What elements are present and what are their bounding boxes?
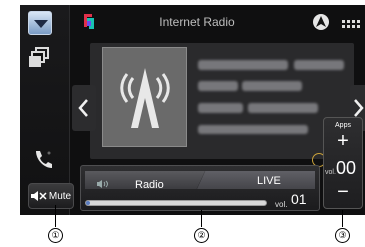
callout-3: ③ xyxy=(335,228,350,243)
broadcast-antenna-icon xyxy=(120,68,170,128)
previous-button[interactable] xyxy=(72,85,96,131)
callout-1: ① xyxy=(48,228,63,243)
tab-live-label: LIVE xyxy=(257,175,281,187)
callout-leader-1 xyxy=(55,205,56,227)
callout-leader-3 xyxy=(342,210,343,227)
volume-slider-fill xyxy=(86,201,90,205)
volume-up-button[interactable]: + xyxy=(333,131,353,151)
menu-dots-icon xyxy=(342,20,360,28)
apps-volume-label: vol. xyxy=(325,169,336,176)
volume-value: 01 xyxy=(291,191,307,207)
navigation-button[interactable] xyxy=(312,13,330,31)
apps-label: Apps xyxy=(335,122,351,129)
chevron-down-icon xyxy=(34,20,48,28)
blurred-metadata-line xyxy=(242,81,302,91)
tab-radio[interactable]: Radio xyxy=(85,171,205,189)
blurred-metadata-line xyxy=(198,125,308,134)
speaker-icon xyxy=(97,180,108,188)
left-rail: Mute xyxy=(20,5,74,215)
station-artwork xyxy=(102,47,187,147)
apps-volume-value: 00 xyxy=(336,158,357,178)
speaker-mute-icon xyxy=(30,191,47,201)
mute-button[interactable]: Mute xyxy=(28,183,74,209)
mute-label: Mute xyxy=(48,190,72,202)
menu-button[interactable] xyxy=(342,17,362,28)
blurred-metadata-line xyxy=(198,81,238,91)
chevron-left-icon xyxy=(78,99,88,117)
blurred-metadata-line xyxy=(248,103,318,113)
callout-2: ② xyxy=(194,228,209,243)
windows-stack-icon xyxy=(29,47,49,67)
callout-leader-2 xyxy=(201,210,202,227)
blurred-metadata-line xyxy=(198,103,243,113)
source-title: Internet Radio xyxy=(159,15,235,29)
top-bar: Internet Radio xyxy=(72,5,365,37)
volume-label: vol. xyxy=(275,200,288,209)
tab-radio-label: Radio xyxy=(135,179,164,191)
volume-down-button[interactable]: − xyxy=(333,182,353,202)
blurred-metadata-line xyxy=(294,60,344,70)
source-volume-bar: Radio LIVE vol. 01 xyxy=(80,165,320,211)
apps-volume-panel: Apps + vol. 00 − xyxy=(323,117,363,209)
navigation-arrow-icon xyxy=(313,14,329,30)
phone-button[interactable] xyxy=(32,148,54,170)
phone-icon xyxy=(36,151,52,168)
dropdown-button[interactable] xyxy=(28,11,52,35)
windows-button[interactable] xyxy=(28,47,52,69)
head-unit-screen: Mute Internet Radio Apps + vol. 00 − Rad… xyxy=(20,5,365,215)
blurred-metadata-line xyxy=(198,60,288,70)
volume-slider[interactable] xyxy=(85,200,267,206)
tab-live[interactable]: LIVE xyxy=(197,171,315,189)
